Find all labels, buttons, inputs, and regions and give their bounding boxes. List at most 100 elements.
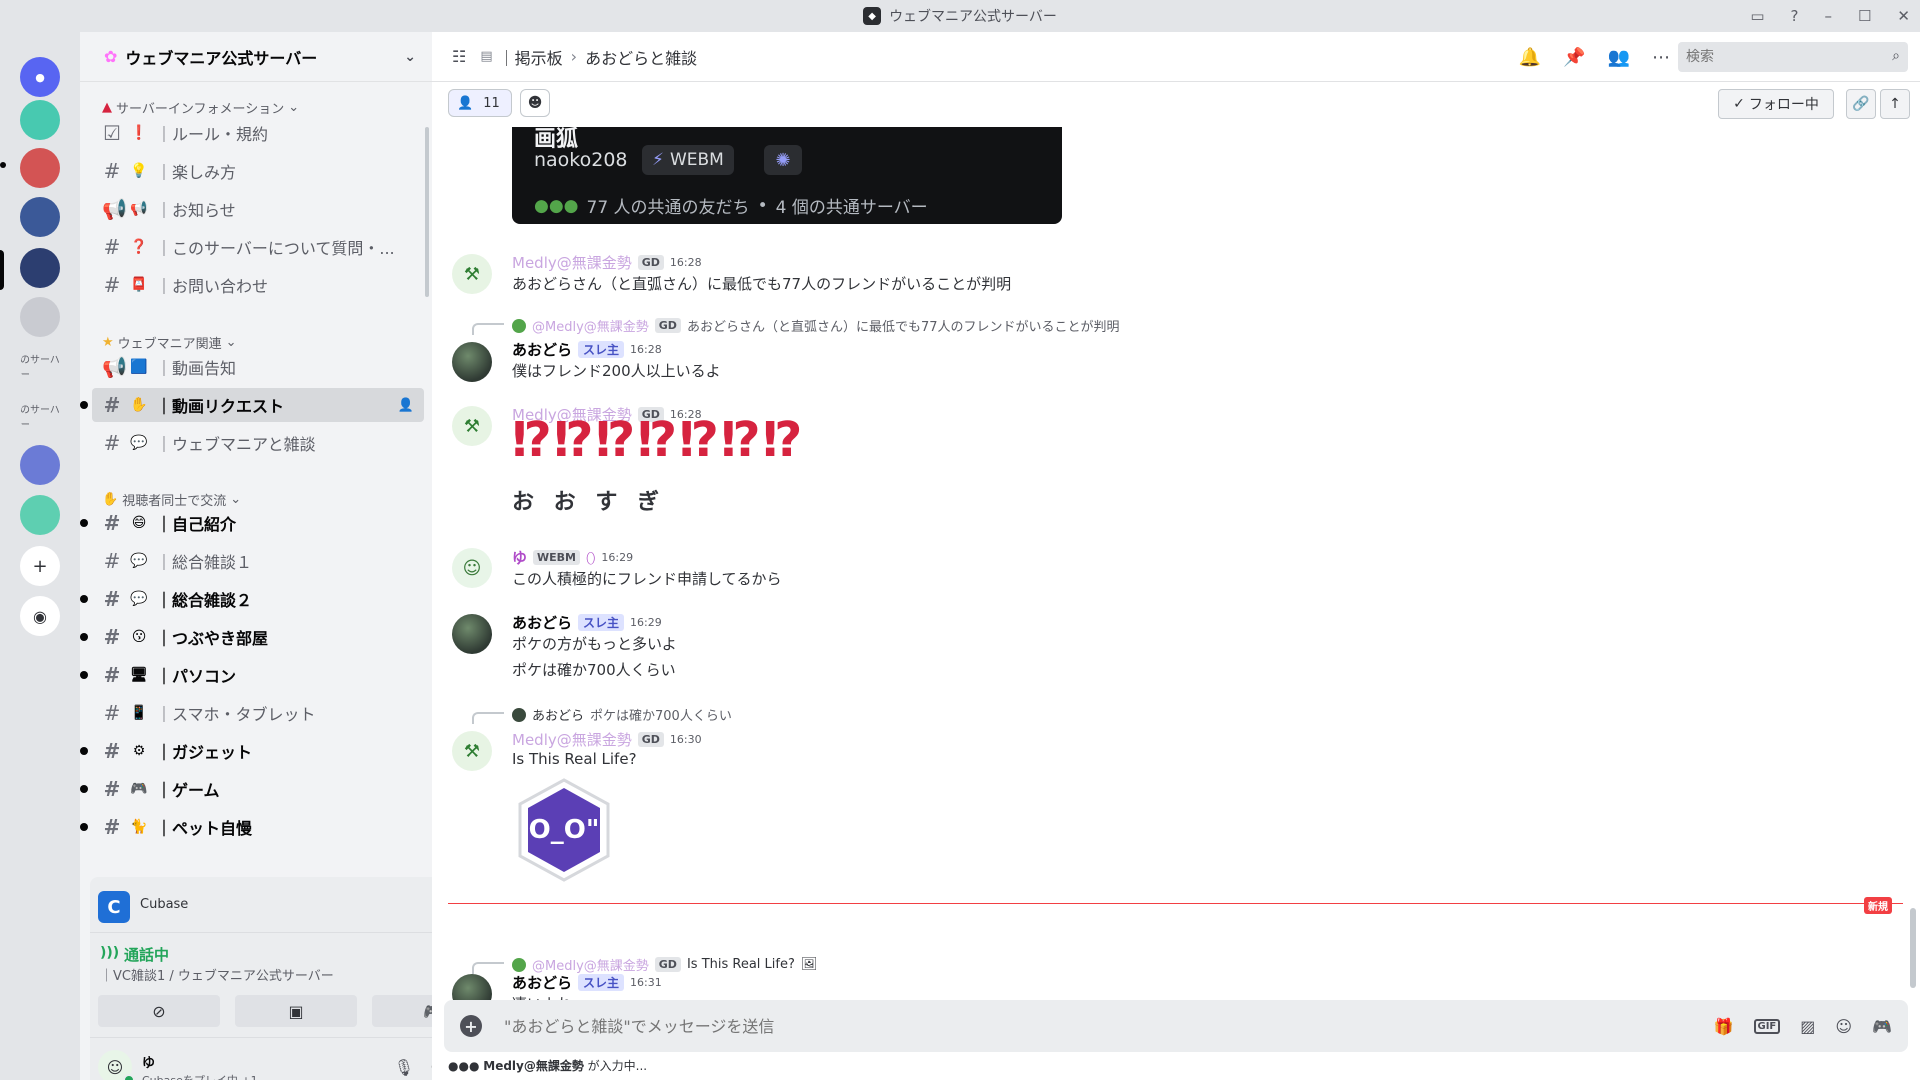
thread-members-button[interactable]: 👤 11 [448, 89, 512, 117]
channel-tweets[interactable]: # 😗 ｜つぶやき部屋 [80, 620, 424, 654]
apps-icon[interactable]: 🎮 [1872, 1017, 1892, 1036]
breadcrumb-forum[interactable]: ｜掲示板 [499, 45, 563, 69]
microphone-icon[interactable]: 🎙 [394, 1058, 414, 1077]
gift-icon[interactable]: 🎁 [1714, 1017, 1734, 1036]
channel-announcements[interactable]: 📢 📢 ｜お知らせ [92, 192, 424, 226]
author-name[interactable]: Medly@無課金勢 [512, 252, 632, 273]
add-attachment-icon[interactable]: + [460, 1015, 482, 1037]
avatar[interactable]: ⚒ [452, 406, 492, 446]
discord-home-icon[interactable]: ● [20, 57, 60, 97]
hash-icon: # [103, 431, 121, 455]
channel-label: ｜総合雑談１ [156, 553, 253, 572]
chat-scrollbar[interactable] [1910, 908, 1916, 988]
channel-game[interactable]: # 🎮 ｜ゲーム [80, 772, 424, 806]
pin-icon[interactable]: 📌 [1563, 47, 1585, 68]
gif-icon[interactable]: GIF [1753, 1018, 1781, 1034]
server-header[interactable]: ✿ ウェブマニア公式サーバー ⌄ [80, 32, 432, 82]
channel-general-2[interactable]: # 💬 ｜総合雑談２ [80, 582, 424, 616]
avatar[interactable]: ☺ [452, 548, 492, 588]
message-header: あおどら スレ主 16:31 [512, 972, 662, 993]
channel-video-notice[interactable]: 📢 🟦 ｜動画告知 [92, 350, 424, 384]
server-icon[interactable] [20, 445, 60, 485]
follow-button[interactable]: ✓ フォロー中 [1718, 89, 1834, 119]
channel-rules[interactable]: ☑ ❗ ｜ルール・規約 [92, 116, 424, 150]
search-input[interactable] [1678, 42, 1908, 72]
add-server-icon[interactable]: + [20, 546, 60, 586]
reply-preview[interactable]: @Medly@無課金勢 GD あおどらさん（と直弧さん）に最低でも77人のフレンドが… [512, 316, 1120, 335]
channel-label: ｜ウェブマニアと雑談 [156, 435, 316, 454]
server-icon[interactable] [20, 495, 60, 535]
profile-card-embed[interactable]: 画狐 naoko208 ⚡ WEBM ✺ ●●● 77 人の共通の友だち • 4 個の共… [512, 127, 1062, 224]
add-member-icon[interactable]: 👤 [398, 398, 414, 413]
help-icon[interactable]: ? [1791, 7, 1799, 25]
voice-status[interactable]: 通話中 [124, 944, 169, 965]
channel-webmania-chat[interactable]: # 💬 ｜ウェブマニアと雑談 [92, 426, 424, 460]
author-name[interactable]: ゆ [512, 547, 527, 568]
minimize-icon[interactable]: – [1824, 7, 1832, 25]
screen-share-button[interactable]: ▣ [235, 995, 357, 1027]
channel-howto[interactable]: # 💡 ｜楽しみ方 [92, 154, 424, 188]
channel-general-1[interactable]: # 💬 ｜総合雑談１ [92, 544, 424, 578]
server-icon[interactable] [20, 100, 60, 140]
message-text: ポケの方がもっと多いよ [512, 635, 677, 653]
category-server-info[interactable]: ▲ サーバーインフォメーション ⌄ [102, 98, 299, 117]
avatar[interactable] [452, 614, 492, 654]
channel-label: ｜ゲーム [156, 781, 220, 800]
typing-user: Medly@無課金勢 [483, 1059, 584, 1073]
channel-smartphone[interactable]: # 📱 ｜スマホ・タブレット [92, 696, 424, 730]
hash-icon: # [103, 235, 121, 259]
channel-pc[interactable]: # 🖥 ｜パソコン [80, 658, 424, 692]
unread-indicator [80, 401, 88, 409]
server-icon[interactable] [20, 148, 60, 188]
emoji-icon[interactable]: ☺ [1835, 1017, 1852, 1036]
channel-label: ｜このサーバーについて質問・... [156, 239, 395, 258]
jump-to-top-button[interactable]: ↑ [1880, 89, 1910, 119]
channel-label: ｜ルール・規約 [156, 125, 269, 144]
copy-link-button[interactable]: 🔗 [1846, 89, 1876, 119]
inbox-icon[interactable]: ▭ [1750, 7, 1764, 25]
avatar[interactable] [452, 342, 492, 382]
unread-indicator [0, 162, 6, 168]
sticker-icon[interactable]: ▨ [1800, 1017, 1815, 1036]
server-icon[interactable] [20, 297, 60, 337]
avatar[interactable]: ⚒ [452, 731, 492, 771]
timestamp: 16:29 [630, 616, 662, 629]
author-name[interactable]: あおどら [512, 972, 572, 993]
voice-channel-name[interactable]: ｜VC雑談1 / ウェブマニア公式サーバー [100, 965, 334, 984]
bell-icon[interactable]: 🔔 [1519, 47, 1541, 68]
author-name[interactable]: あおどら [512, 612, 572, 633]
camera-off-button[interactable]: ⊘ [98, 995, 220, 1027]
channel-emoji: 💬 [130, 435, 148, 451]
channel-gadget[interactable]: # ⚙ ｜ガジェット [80, 734, 424, 768]
sticker-image[interactable]: O_O" [512, 776, 616, 884]
channel-questions[interactable]: # ❓ ｜このサーバーについて質問・... [92, 230, 424, 264]
message-input[interactable] [504, 1012, 1654, 1040]
more-icon[interactable]: ⋯ [1652, 47, 1670, 68]
maximize-icon[interactable]: ☐ [1858, 7, 1871, 25]
reply-preview[interactable]: あおどら ポケは確か700人くらい [512, 705, 732, 724]
server-icon[interactable]: のサーバー [20, 396, 60, 436]
camera-off-icon: ⊘ [152, 1001, 166, 1021]
members-icon[interactable]: 👥 [1608, 47, 1630, 68]
server-icon-active[interactable] [20, 248, 60, 288]
avatar[interactable]: ⚒ [452, 254, 492, 294]
channel-video-request[interactable]: # ✋ ｜動画リクエスト 👤 [80, 388, 424, 422]
arrow-up-icon: ↑ [1889, 96, 1901, 112]
sidebar-scrollbar[interactable] [425, 127, 429, 297]
author-name[interactable]: あおどら [512, 339, 572, 360]
explore-icon[interactable]: ◉ [20, 596, 60, 636]
reaction-button[interactable]: ☻ [520, 89, 550, 117]
emoji-icon: ☻ [527, 95, 543, 111]
channel-self-intro[interactable]: # 😄 ｜自己紹介 [80, 506, 424, 540]
server-icon[interactable] [20, 197, 60, 237]
channel-label: ｜総合雑談２ [156, 591, 253, 610]
chevron-down-icon: ⌄ [404, 48, 416, 65]
author-name[interactable]: Medly@無課金勢 [512, 729, 632, 750]
server-icon[interactable]: のサーバー [20, 346, 60, 386]
channel-emoji: ❓ [130, 239, 148, 255]
unread-indicator [80, 633, 88, 641]
channel-contact[interactable]: # 📮 ｜お問い合わせ [92, 268, 424, 302]
message-text: お お す ぎ [512, 490, 665, 515]
channel-pets[interactable]: # 🐈 ｜ペット自慢 [80, 810, 424, 844]
close-icon[interactable]: ✕ [1897, 7, 1910, 25]
